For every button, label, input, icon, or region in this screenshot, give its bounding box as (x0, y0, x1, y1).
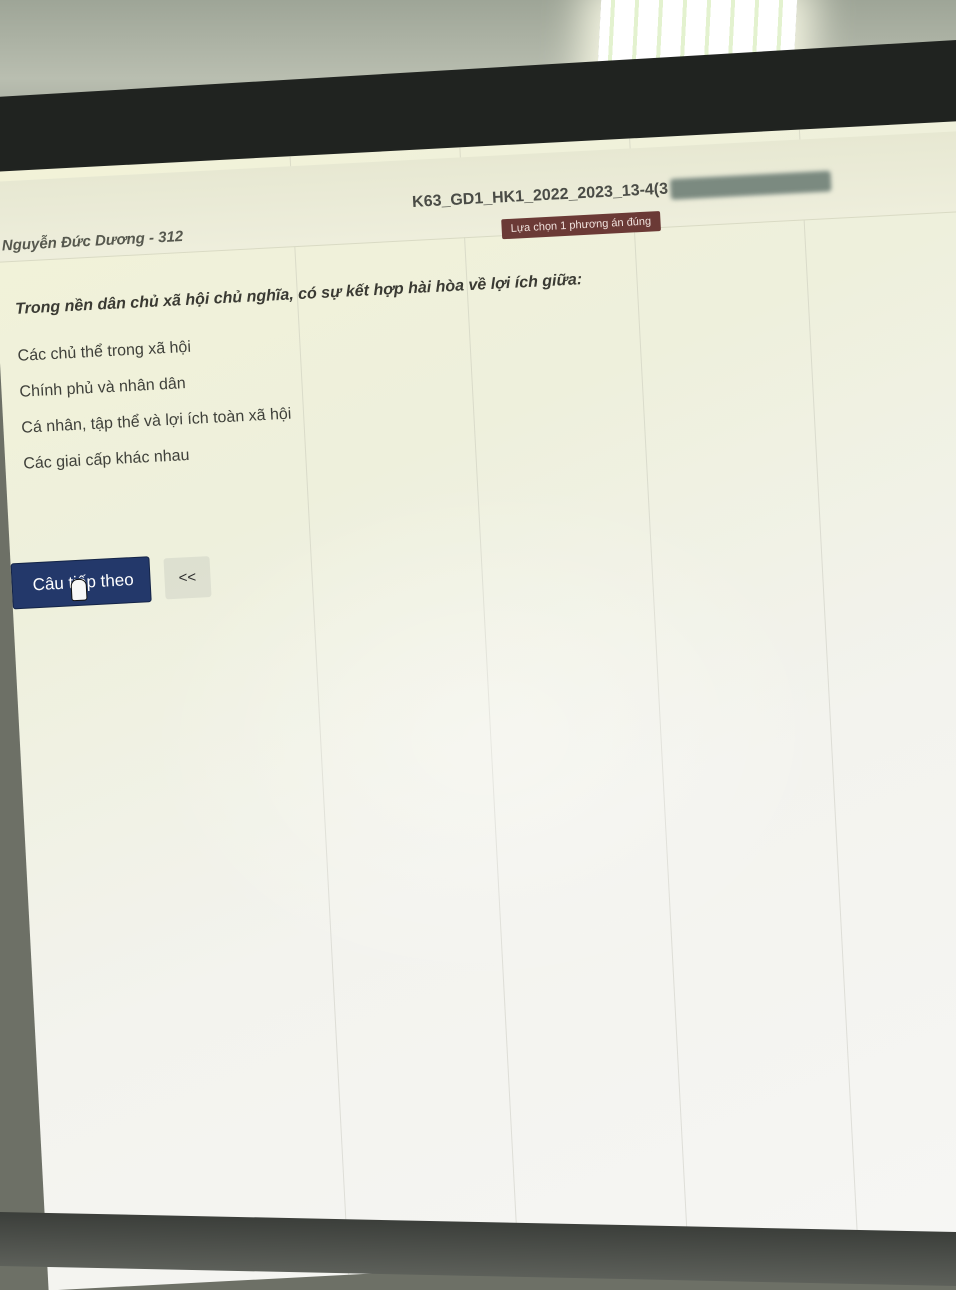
question-text: Trong nền dân chủ xã hội chủ nghĩa, có s… (14, 271, 583, 318)
exam-title: K63_GD1_HK1_2022_2023_13-4(3 (411, 169, 833, 214)
instruction-badge: Lựa chọn 1 phương án đúng (501, 211, 661, 240)
exam-title-text: K63_GD1_HK1_2022_2023_13-4(3 (411, 180, 669, 211)
hand-cursor-icon (70, 578, 88, 602)
answer-options: Các chủ thể trong xã hội Chính phủ và nh… (17, 309, 591, 483)
question-block: Trong nền dân chủ xã hội chủ nghĩa, có s… (15, 271, 591, 482)
previous-question-button[interactable]: << (163, 555, 212, 599)
question-navigation: Câu tiếp theo << (10, 553, 212, 610)
monitor-screen: Nguyễn Đức Dương - 312 K63_GD1_HK1_2022_… (0, 119, 956, 1290)
screen-gridline (629, 138, 689, 1257)
user-name: Nguyễn Đức Dương - 312 (1, 227, 184, 255)
screen-gridline (798, 129, 859, 1249)
redacted-tag (669, 169, 833, 201)
next-question-button[interactable]: Câu tiếp theo (10, 556, 152, 610)
